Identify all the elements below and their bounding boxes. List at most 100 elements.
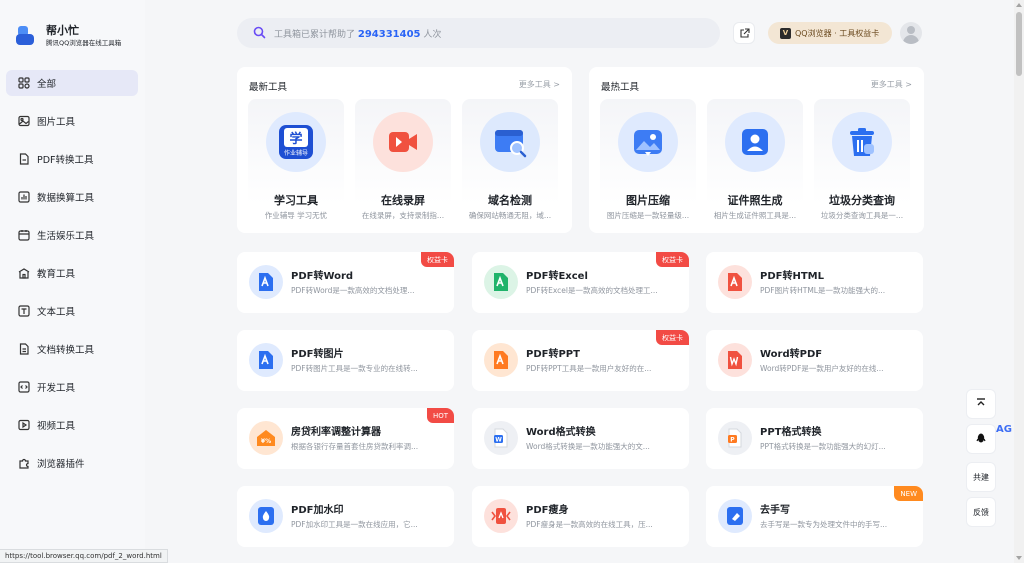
tool-card-image-compress[interactable]: 图片压缩 图片压缩是一款轻量级... bbox=[600, 99, 696, 223]
sidebar-item-label: PDF转换工具 bbox=[37, 155, 94, 166]
card-title: 去手写 bbox=[760, 505, 790, 516]
latest-tools-panel: 最新工具 更多工具 > 学 作业辅导 学习工具 作业辅导 学习无忧 在线录屏 在… bbox=[237, 67, 572, 233]
chart-icon bbox=[18, 191, 30, 203]
pdf-to-html-icon bbox=[718, 265, 752, 299]
scrollbar[interactable] bbox=[1014, 0, 1024, 563]
svg-text:作业辅导: 作业辅导 bbox=[284, 149, 308, 157]
tool-name: 在线录屏 bbox=[381, 194, 425, 207]
tool-card-pdf-to-html[interactable]: PDF转HTML PDF图片转HTML是一款功能强大的... bbox=[706, 252, 923, 313]
feedback-label: 反馈 bbox=[973, 507, 989, 517]
tool-card-word-format[interactable]: W Word格式转换 Word格式转换是一款功能强大的文... bbox=[472, 408, 689, 469]
sidebar-nav: 全部 图片工具 PDF转换工具 数据换算工具 生活娱乐工具 教育工具 文本工具 bbox=[6, 70, 138, 488]
tool-desc: 确保网站畅通无阻，域... bbox=[468, 211, 552, 220]
sidebar-item-label: 文本工具 bbox=[37, 307, 76, 318]
cobuild-button[interactable]: 共建 bbox=[966, 462, 996, 492]
sidebar-item-pdf[interactable]: PDF转换工具 bbox=[6, 146, 138, 172]
card-title: PDF转PPT bbox=[526, 349, 580, 360]
hot-badge: HOT bbox=[426, 408, 454, 423]
tool-card-ppt-format[interactable]: P PPT格式转换 PPT格式转换是一款功能强大的幻灯... bbox=[706, 408, 923, 469]
back-to-top-icon bbox=[975, 397, 987, 411]
card-title: Word转PDF bbox=[760, 349, 823, 360]
card-desc: PPT格式转换是一款功能强大的幻灯... bbox=[760, 442, 886, 451]
pdf-icon bbox=[18, 153, 30, 165]
card-desc: Word格式转换是一款功能强大的文... bbox=[526, 442, 650, 451]
vip-icon: V bbox=[780, 27, 791, 39]
qq-benefit-card-label: QQ浏览器 · 工具权益卡 bbox=[795, 28, 880, 38]
tool-card-word-to-pdf[interactable]: Word转PDF Word转PDF是一款用户友好的在线... bbox=[706, 330, 923, 391]
sidebar-item-education[interactable]: 教育工具 bbox=[6, 260, 138, 286]
tool-card-pdf-to-excel[interactable]: PDF转Excel PDF转Excel是一款高效的文档处理工... 权益卡 bbox=[472, 252, 689, 313]
plugin-icon bbox=[18, 457, 30, 469]
status-bar-url: https://tool.browser.qq.com/pdf_2_word.h… bbox=[0, 549, 168, 563]
scroll-up-arrow-icon[interactable] bbox=[1016, 3, 1022, 7]
tool-card-garbage-sort[interactable]: 垃圾分类查询 垃圾分类查询工具是一... bbox=[814, 99, 910, 223]
share-icon bbox=[739, 24, 750, 43]
tool-desc: 相片生成证件照工具是... bbox=[713, 211, 797, 220]
sidebar-item-all[interactable]: 全部 bbox=[6, 70, 138, 96]
tool-card-screen-record[interactable]: 在线录屏 在线录屏，支持录制指... bbox=[355, 99, 451, 223]
sidebar-item-label: 教育工具 bbox=[37, 269, 76, 280]
card-desc: PDF瘦身是一款高效的在线工具，压... bbox=[526, 520, 653, 529]
scroll-down-arrow-icon[interactable] bbox=[1016, 556, 1022, 560]
sidebar-item-label: 开发工具 bbox=[37, 383, 76, 394]
tool-card-pdf-to-image[interactable]: PDF转图片 PDF转图片工具是一款专业的在线转... bbox=[237, 330, 454, 391]
hot-more-link[interactable]: 更多工具 > bbox=[871, 79, 912, 90]
sidebar-item-image[interactable]: 图片工具 bbox=[6, 108, 138, 134]
latest-more-link[interactable]: 更多工具 > bbox=[519, 79, 560, 90]
tool-desc: 图片压缩是一款轻量级... bbox=[606, 211, 690, 220]
card-title: PDF瘦身 bbox=[526, 505, 569, 516]
card-desc: PDF转PPT工具是一款用户友好的在... bbox=[526, 364, 652, 373]
sidebar-item-text[interactable]: 文本工具 bbox=[6, 298, 138, 324]
ppt-file-icon: P bbox=[718, 421, 752, 455]
share-button[interactable] bbox=[733, 22, 755, 44]
sidebar-item-data[interactable]: 数据换算工具 bbox=[6, 184, 138, 210]
tool-card-pdf-slim[interactable]: PDF瘦身 PDF瘦身是一款高效的在线工具，压... bbox=[472, 486, 689, 547]
video-icon bbox=[18, 419, 30, 431]
sidebar-item-dev[interactable]: 开发工具 bbox=[6, 374, 138, 400]
card-title: PDF转HTML bbox=[760, 271, 824, 282]
card-desc: PDF转Excel是一款高效的文档处理工... bbox=[526, 286, 658, 295]
sidebar-item-label: 浏览器插件 bbox=[37, 459, 85, 470]
tool-card-domain-check[interactable]: 域名检测 确保网站畅通无阻，域... bbox=[462, 99, 558, 223]
image-icon bbox=[18, 115, 30, 127]
card-title: PDF加水印 bbox=[291, 505, 344, 516]
card-title: PDF转Word bbox=[291, 271, 354, 282]
sidebar-item-label: 图片工具 bbox=[37, 117, 76, 128]
tool-card-id-photo[interactable]: 证件照生成 相片生成证件照工具是... bbox=[707, 99, 803, 223]
feedback-button[interactable]: 反馈 bbox=[966, 497, 996, 527]
tool-desc: 垃圾分类查询工具是一... bbox=[820, 211, 904, 220]
eraser-icon bbox=[718, 499, 752, 533]
sidebar-item-life[interactable]: 生活娱乐工具 bbox=[6, 222, 138, 248]
sidebar-item-video[interactable]: 视频工具 bbox=[6, 412, 138, 438]
tool-card-remove-handwriting[interactable]: 去手写 去手写是一款专为处理文件中的手写... NEW bbox=[706, 486, 923, 547]
tool-card-study[interactable]: 学 作业辅导 学习工具 作业辅导 学习无忧 bbox=[248, 99, 344, 223]
tool-card-pdf-watermark[interactable]: PDF加水印 PDF加水印工具是一款在线应用，它... bbox=[237, 486, 454, 547]
scrollbar-thumb[interactable] bbox=[1016, 12, 1022, 76]
word-file-icon: W bbox=[484, 421, 518, 455]
tool-card-pdf-to-word[interactable]: PDF转Word PDF转Word是一款高效的文档处理... 权益卡 bbox=[237, 252, 454, 313]
ag-floating-icon[interactable]: AG bbox=[996, 424, 1012, 435]
search-placeholder: 工具箱已累计帮助了 294331405 人次 bbox=[274, 28, 442, 40]
tool-card-mortgage-calculator[interactable]: ¥% 房贷利率调整计算器 根据各银行存量首套住房贷款利率调... HOT bbox=[237, 408, 454, 469]
brand-name: 帮小忙 bbox=[46, 24, 79, 37]
avatar[interactable] bbox=[900, 22, 922, 44]
sidebar-item-docconvert[interactable]: 文档转换工具 bbox=[6, 336, 138, 362]
back-to-top-button[interactable] bbox=[966, 389, 996, 419]
watermark-icon bbox=[249, 499, 283, 533]
svg-text:¥%: ¥% bbox=[261, 438, 271, 445]
code-icon bbox=[18, 381, 30, 393]
hot-tools-title: 最热工具 bbox=[601, 82, 640, 93]
qq-button[interactable] bbox=[966, 424, 996, 454]
qq-benefit-card-button[interactable]: V QQ浏览器 · 工具权益卡 bbox=[768, 22, 892, 44]
new-badge: NEW bbox=[894, 486, 923, 501]
search-bar[interactable]: 工具箱已累计帮助了 294331405 人次 bbox=[237, 18, 720, 48]
text-icon bbox=[18, 305, 30, 317]
sidebar-item-label: 生活娱乐工具 bbox=[37, 231, 95, 242]
svg-text:学: 学 bbox=[289, 131, 302, 147]
sidebar-item-plugin[interactable]: 浏览器插件 bbox=[6, 450, 138, 476]
screen-record-icon bbox=[373, 112, 433, 172]
benefit-badge: 权益卡 bbox=[421, 252, 454, 267]
brand[interactable]: 帮小忙 腾讯QQ浏览器在线工具箱 bbox=[16, 24, 121, 48]
school-icon bbox=[18, 267, 30, 279]
tool-card-pdf-to-ppt[interactable]: PDF转PPT PDF转PPT工具是一款用户友好的在... 权益卡 bbox=[472, 330, 689, 391]
